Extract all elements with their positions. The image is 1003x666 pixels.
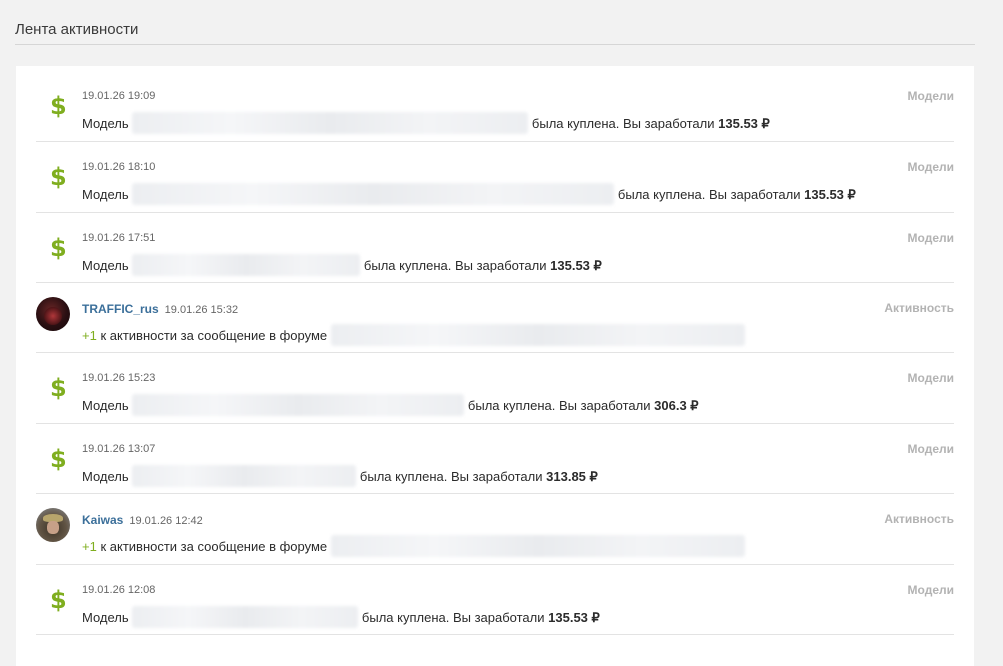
feed-item: Kaiwas 19.01.26 12:42 +1 к активности за … bbox=[36, 494, 954, 565]
item-time: 19.01.26 13:07 bbox=[82, 443, 156, 455]
dollar-icon: $ bbox=[50, 92, 67, 120]
dollar-icon: $ bbox=[50, 234, 67, 262]
dollar-icon: $ bbox=[50, 586, 67, 614]
feed-item: $ 19.01.26 18:10 Модель была куплена. Вы… bbox=[36, 142, 954, 213]
item-prefix: Модель bbox=[82, 610, 129, 625]
user-link[interactable]: TRAFFIC_rus bbox=[82, 302, 159, 316]
item-prefix: Модель bbox=[82, 398, 129, 413]
forum-link-redacted[interactable] bbox=[330, 324, 745, 346]
user-link[interactable]: Kaiwas bbox=[82, 513, 123, 527]
model-link-redacted[interactable] bbox=[132, 112, 529, 134]
item-prefix: Модель bbox=[82, 187, 129, 202]
title-divider bbox=[15, 44, 975, 45]
item-time: 19.01.26 12:42 bbox=[129, 515, 203, 527]
feed-item: TRAFFIC_rus 19.01.26 15:32 +1 к активност… bbox=[36, 283, 954, 353]
model-link-redacted[interactable] bbox=[132, 394, 465, 416]
feed-item: $ 19.01.26 17:51 Модель была куплена. Вы… bbox=[36, 213, 954, 283]
avatar[interactable] bbox=[36, 508, 70, 542]
item-time: 19.01.26 18:10 bbox=[82, 161, 156, 173]
dollar-icon: $ bbox=[50, 163, 67, 191]
item-amount: 135.53 ₽ bbox=[548, 610, 600, 625]
item-text: была куплена. Вы заработали bbox=[363, 258, 547, 273]
item-time: 19.01.26 17:51 bbox=[82, 232, 156, 244]
feed-item: $ 19.01.26 12:08 Модель была куплена. Вы… bbox=[36, 565, 954, 635]
item-time: 19.01.26 15:23 bbox=[82, 372, 156, 384]
item-text: была куплена. Вы заработали bbox=[467, 398, 651, 413]
item-prefix: Модель bbox=[82, 258, 129, 273]
dollar-icon: $ bbox=[50, 374, 67, 402]
item-category[interactable]: Модели bbox=[908, 442, 954, 456]
item-text: была куплена. Вы заработали bbox=[531, 116, 715, 131]
feed-item: $ 19.01.26 13:07 Модель была куплена. Вы… bbox=[36, 424, 954, 494]
feed-item: $ 19.01.26 15:23 Модель была куплена. Вы… bbox=[36, 353, 954, 424]
model-link-redacted[interactable] bbox=[132, 254, 361, 276]
item-prefix: Модель bbox=[82, 469, 129, 484]
model-link-redacted[interactable] bbox=[132, 183, 615, 205]
dollar-icon: $ bbox=[50, 445, 67, 473]
item-text: была куплена. Вы заработали bbox=[361, 610, 545, 625]
item-amount: 135.53 ₽ bbox=[550, 258, 602, 273]
item-category[interactable]: Модели bbox=[908, 583, 954, 597]
feed-item: $ 19.01.26 19:09 Модель была куплена. Вы… bbox=[36, 71, 954, 142]
activity-points: +1 bbox=[82, 539, 97, 554]
item-category[interactable]: Модели bbox=[908, 89, 954, 103]
item-amount: 135.53 ₽ bbox=[804, 187, 856, 202]
item-category[interactable]: Активность bbox=[884, 301, 954, 315]
item-category[interactable]: Модели bbox=[908, 371, 954, 385]
item-category[interactable]: Модели bbox=[908, 231, 954, 245]
item-amount: 313.85 ₽ bbox=[546, 469, 598, 484]
forum-link-redacted[interactable] bbox=[330, 535, 745, 557]
item-prefix: Модель bbox=[82, 116, 129, 131]
activity-feed: $ 19.01.26 19:09 Модель была куплена. Вы… bbox=[36, 71, 954, 635]
item-amount: 135.53 ₽ bbox=[718, 116, 770, 131]
page-title: Лента активности bbox=[15, 21, 139, 38]
item-time: 19.01.26 19:09 bbox=[82, 90, 156, 102]
model-link-redacted[interactable] bbox=[132, 606, 359, 628]
activity-points: +1 bbox=[82, 328, 97, 343]
item-category[interactable]: Активность bbox=[884, 512, 954, 526]
model-link-redacted[interactable] bbox=[132, 465, 357, 487]
item-text: к активности за сообщение в форуме bbox=[100, 328, 328, 343]
item-time: 19.01.26 15:32 bbox=[164, 304, 239, 316]
avatar[interactable] bbox=[36, 297, 70, 331]
item-time: 19.01.26 12:08 bbox=[82, 584, 156, 596]
item-category[interactable]: Модели bbox=[908, 160, 954, 174]
activity-feed-card: $ 19.01.26 19:09 Модель была куплена. Вы… bbox=[16, 66, 974, 666]
item-text: к активности за сообщение в форуме bbox=[100, 539, 328, 554]
item-text: была куплена. Вы заработали bbox=[359, 469, 543, 484]
item-text: была куплена. Вы заработали bbox=[617, 187, 801, 202]
item-amount: 306.3 ₽ bbox=[654, 398, 699, 413]
